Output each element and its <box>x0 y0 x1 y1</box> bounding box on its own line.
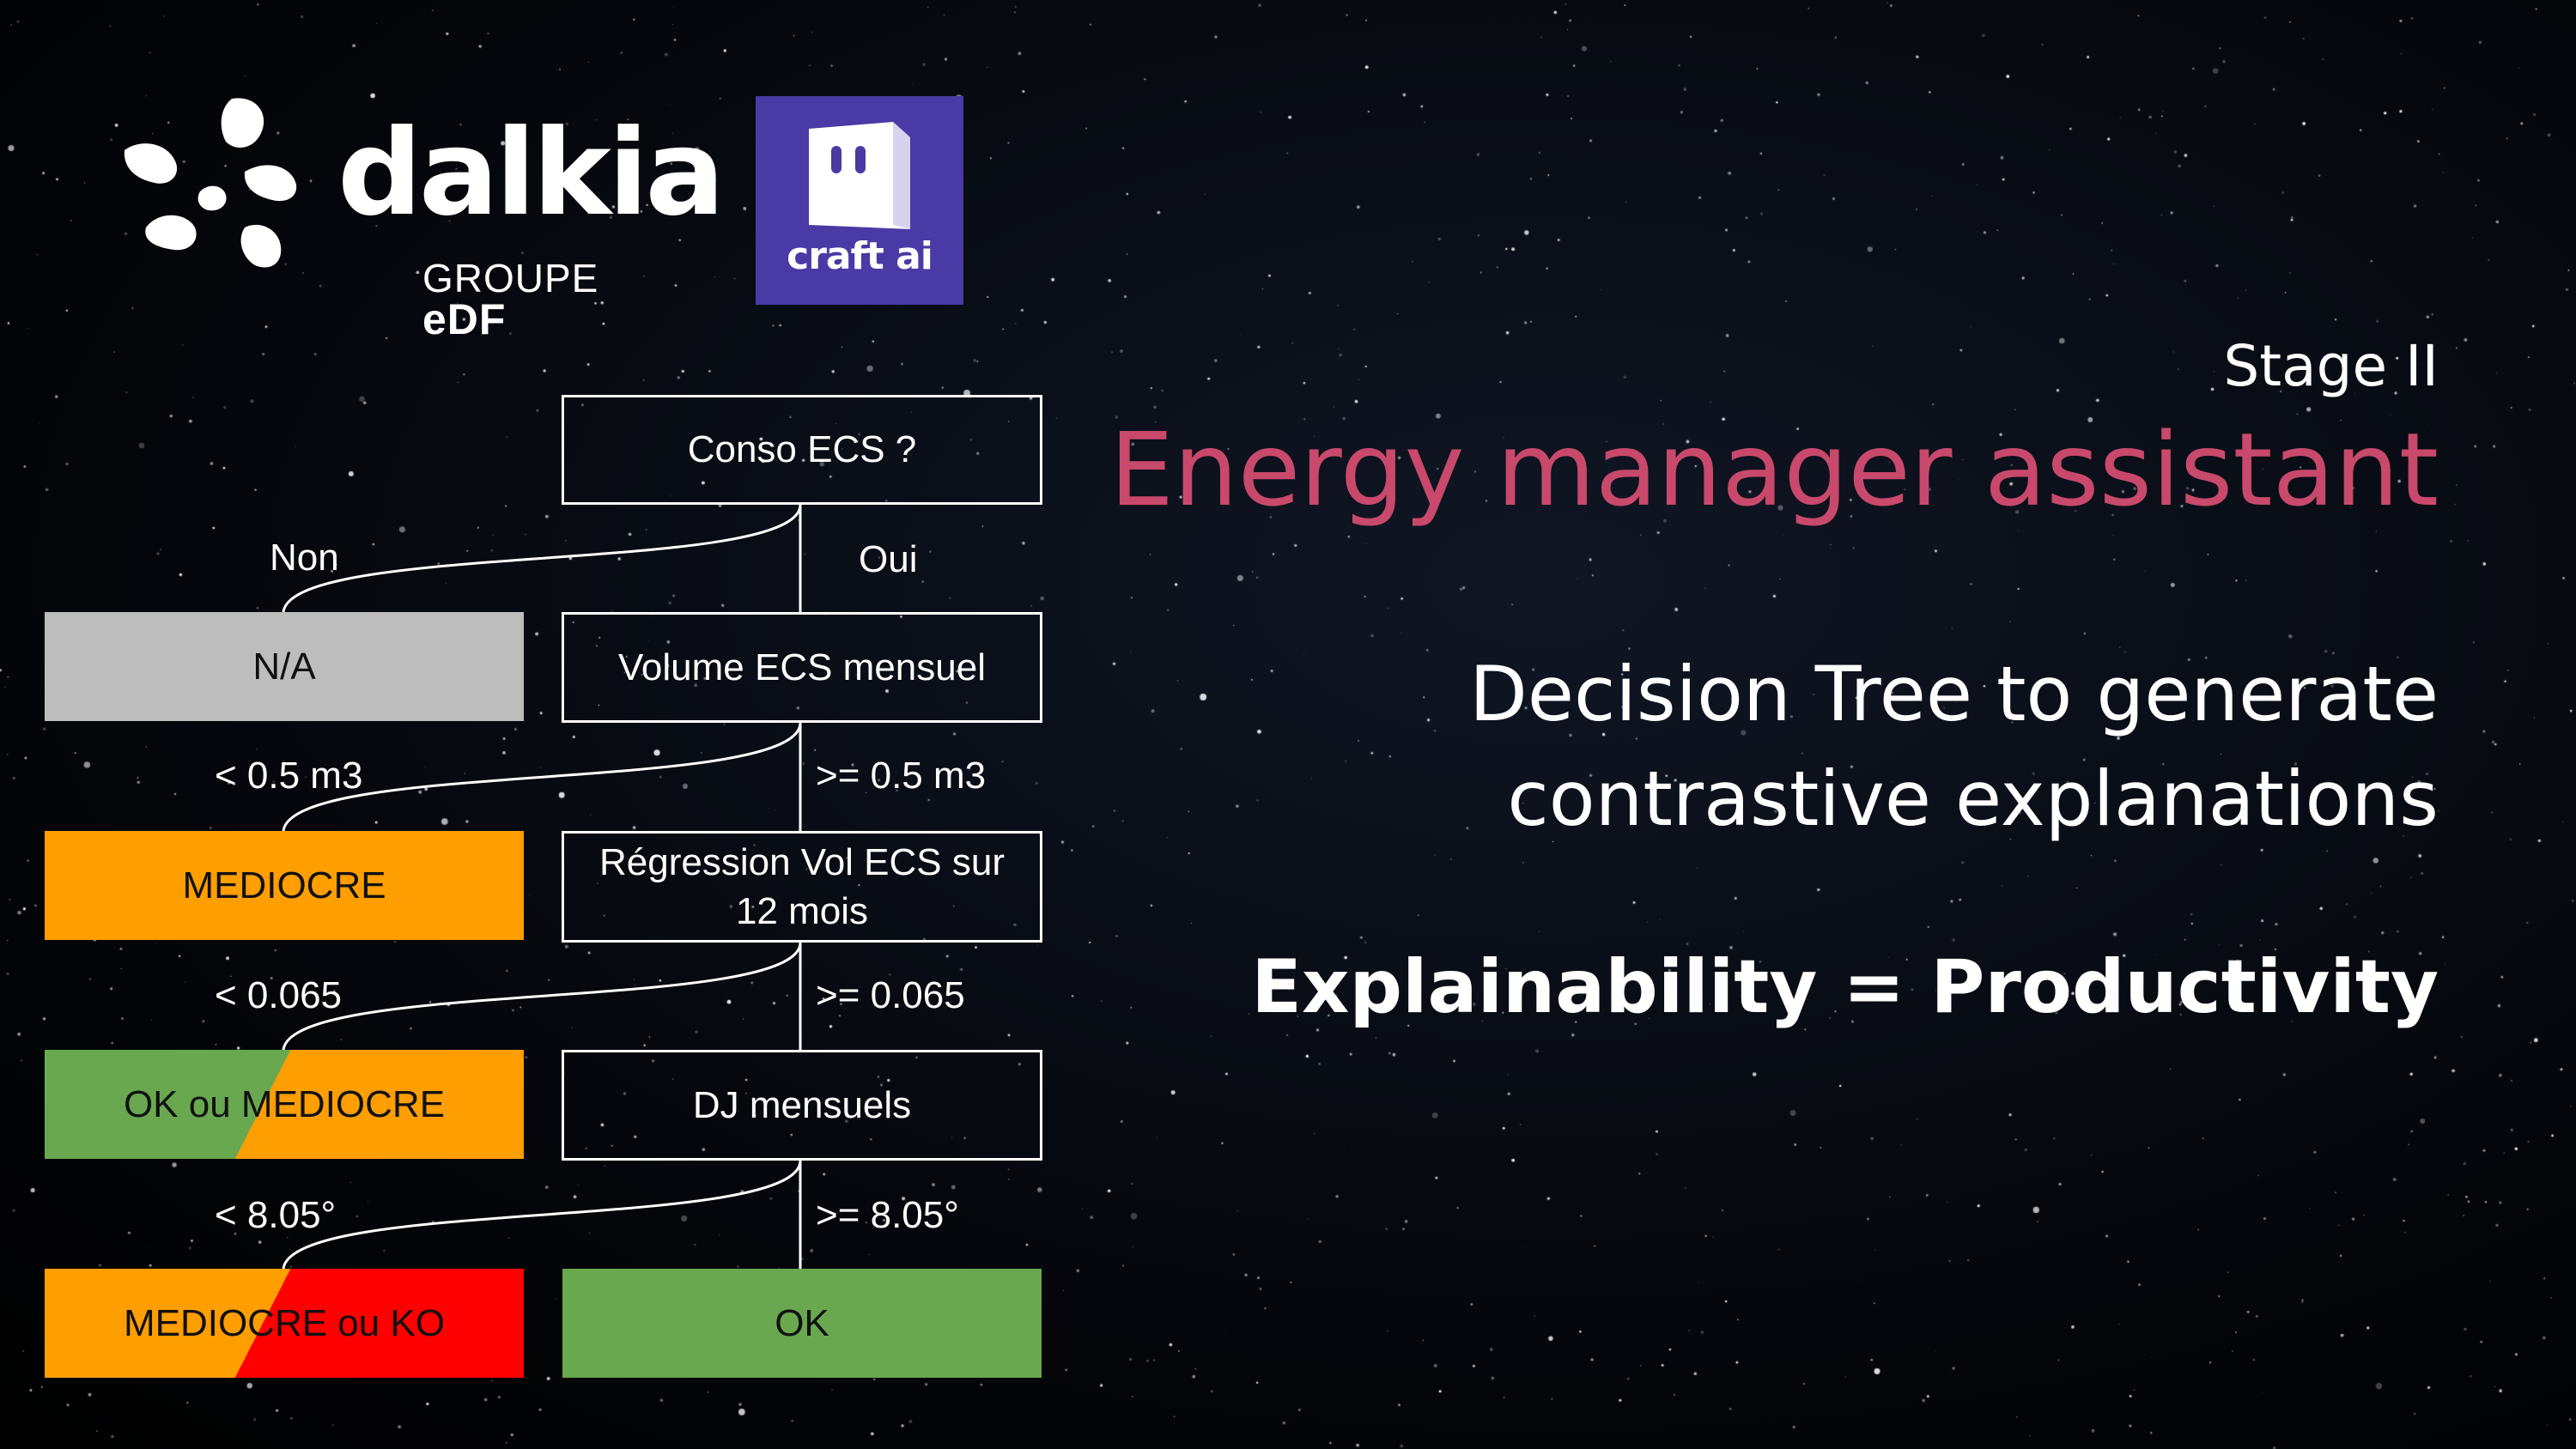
leaf-ok-ou-mediocre: OK ou MEDIOCRE <box>45 1050 524 1159</box>
connector-3-left <box>282 942 802 1051</box>
edge-label-lt-0-065: < 0.065 <box>215 974 343 1016</box>
decision-node-volume-ecs: Volume ECS mensuel <box>562 612 1042 723</box>
decision-node-conso-ecs: Conso ECS ? <box>562 395 1042 505</box>
edge-label-oui: Oui <box>859 538 918 580</box>
stage-label: Stage II <box>2223 333 2439 399</box>
leaf-ok: OK <box>562 1269 1042 1378</box>
connector-4-left <box>282 1160 802 1270</box>
decision-node-regression-line2: 12 mois <box>735 890 869 932</box>
edge-label-ge-8-05: >= 8.05° <box>816 1194 959 1236</box>
edge-label-ge-0-065: >= 0.065 <box>816 974 965 1016</box>
subtitle-line-1: Decision Tree to generate <box>1469 650 2439 738</box>
edge-label-lt-0-5-m3: < 0.5 m3 <box>215 755 363 797</box>
decision-node-regression: Régression Vol ECS sur 12 mois <box>562 831 1042 943</box>
edge-label-ge-0-5-m3: >= 0.5 m3 <box>816 755 987 797</box>
slide-subtitle: Decision Tree to generate contrastive ex… <box>1469 642 2439 852</box>
subtitle-line-2: contrastive explanations <box>1507 755 2439 843</box>
leaf-mediocre-ou-ko: MEDIOCRE ou KO <box>45 1269 524 1378</box>
edge-label-lt-8-05: < 8.05° <box>215 1194 337 1236</box>
edge-label-non: Non <box>270 537 339 579</box>
leaf-na: N/A <box>45 612 524 721</box>
slide-tagline: Explainability = Productivity <box>1251 944 2439 1030</box>
decision-node-dj-mensuels: DJ mensuels <box>562 1050 1042 1161</box>
decision-node-regression-line1: Régression Vol ECS sur <box>599 840 1005 883</box>
leaf-mediocre: MEDIOCRE <box>45 831 524 940</box>
connector-1-left <box>282 504 802 613</box>
slide-title: Energy manager assistant <box>1109 410 2439 529</box>
